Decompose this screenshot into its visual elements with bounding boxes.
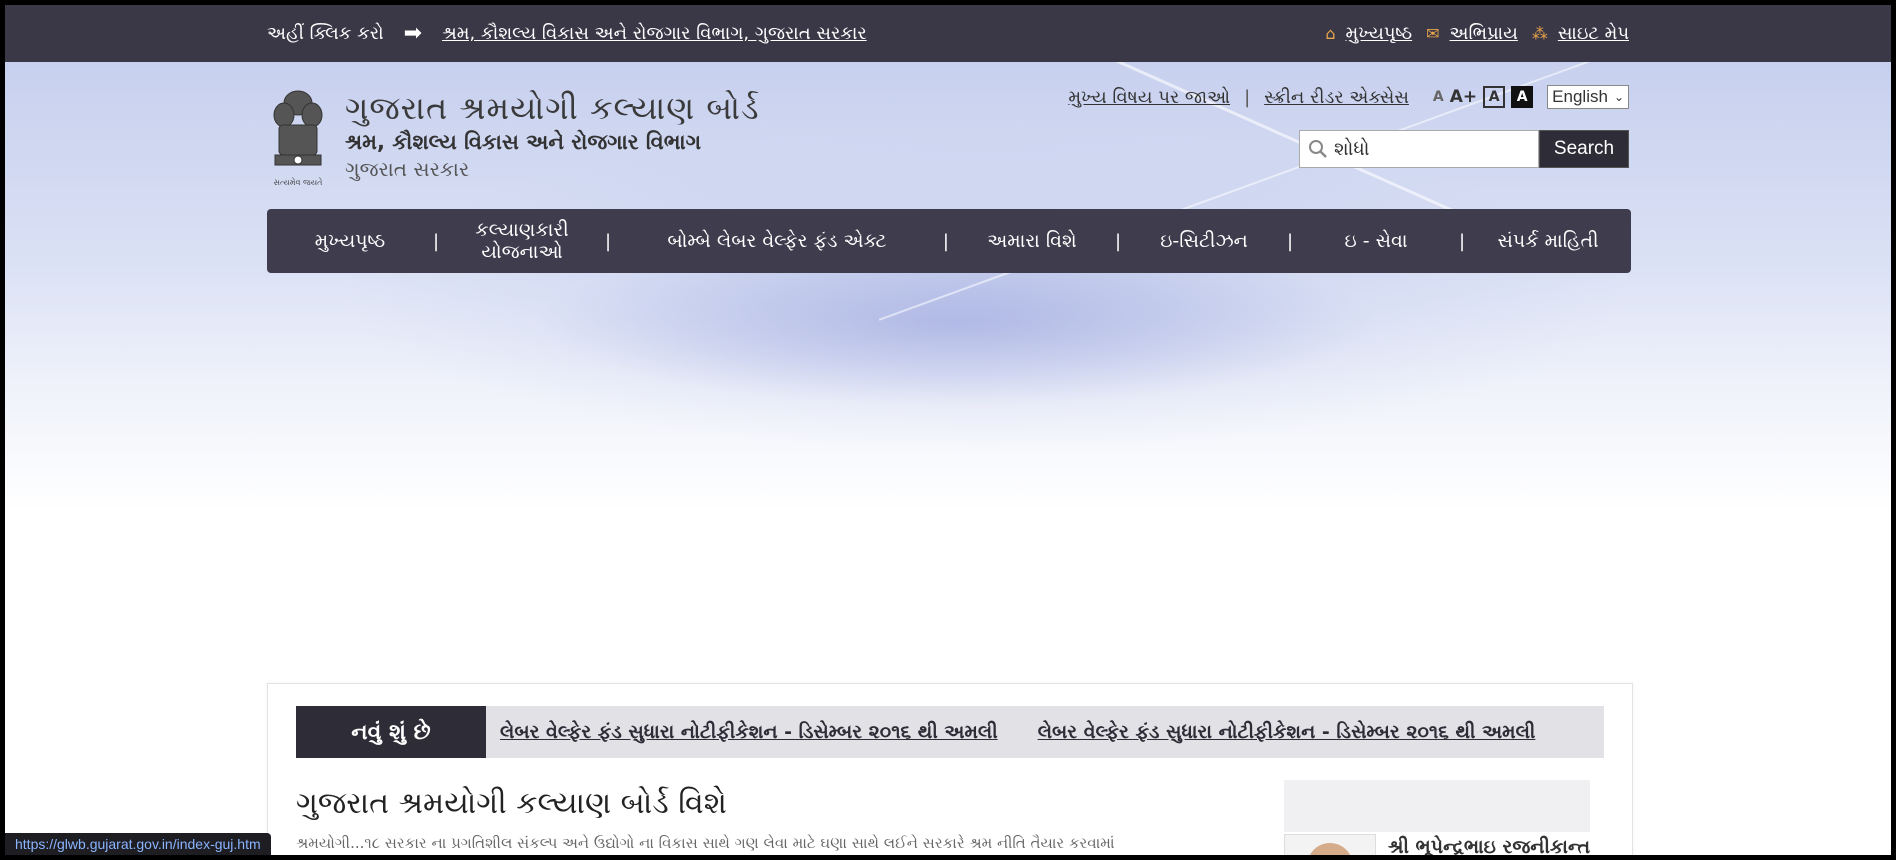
about-text: શ્રમયોગી...૧૮ સરકાર ના પ્રગતિશીલ સંકલ્પ … — [296, 834, 1115, 852]
site-title: ગુજરાત શ્રમયોગી કલ્યાણ બોર્ડ — [345, 89, 760, 127]
home-icon: ⌂ — [1325, 24, 1336, 43]
whats-new-bar: નવું શું છે લેબર વેલ્ફેર ફંડ સુધારા નોટી… — [296, 706, 1604, 758]
skip-to-content-link[interactable]: મુખ્ય વિષય પર જાઓ — [1068, 87, 1230, 108]
sidebar-header — [1284, 780, 1590, 832]
site-government: ગુજરાત સરકાર — [345, 157, 470, 181]
status-bar-url: https://glwb.gujarat.gov.in/index-guj.ht… — [5, 833, 271, 855]
sitemap-link[interactable]: સાઇટ મેપ — [1558, 23, 1629, 44]
department-link[interactable]: શ્રમ, કૌશલ્ય વિકાસ અને રોજગાર વિભાગ, ગુજ… — [442, 23, 867, 44]
utility-bar: મુખ્ય વિષય પર જાઓ | સ્ક્રીન રીડર એક્સેસ … — [1068, 85, 1629, 109]
separator: | — [1244, 86, 1251, 108]
contrast-normal-button[interactable]: A — [1483, 86, 1506, 108]
content-card: નવું શું છે લેબર વેલ્ફેર ફંડ સુધારા નોટી… — [267, 683, 1633, 855]
site-subtitle: શ્રમ, કૌશલ્ય વિકાસ અને રોજગાર વિભાગ — [345, 130, 702, 154]
chevron-down-icon: ⌄ — [1613, 90, 1624, 104]
right-arrow-icon: ➡ — [403, 20, 423, 46]
home-link[interactable]: મુખ્યપૃષ્ઠ — [1345, 23, 1412, 44]
font-size-controls: A A+ A A — [1433, 86, 1534, 108]
nav-item-welfare-fund-act[interactable]: બોમ્બે લેબર વેલ્ફેર ફંડ એક્ટ — [611, 230, 943, 252]
search-button[interactable]: Search — [1539, 130, 1629, 168]
leader-name: શ્રી ભૂપેન્દ્રભાઇ રજનીકાન્ત — [1388, 836, 1591, 855]
nav-item-contact[interactable]: સંપર્ક માહિતી — [1465, 230, 1631, 252]
screen-reader-link[interactable]: સ્ક્રીન રીડર એક્સેસ — [1264, 87, 1409, 108]
click-here-label: અહીં ક્લિક કરો — [267, 23, 384, 44]
whats-new-label: નવું શું છે — [296, 706, 486, 758]
language-value: English — [1552, 87, 1608, 106]
browser-viewport: અહીં ક્લિક કરો ➡ શ્રમ, કૌશલ્ય વિકાસ અને … — [5, 5, 1891, 855]
leader-photo — [1284, 834, 1376, 855]
contrast-dark-button[interactable]: A — [1511, 86, 1534, 108]
leader-profile: શ્રી ભૂપેન્દ્રભાઇ રજનીકાન્ત — [1284, 834, 1590, 855]
search-form: શોધો Search — [1299, 130, 1629, 168]
search-input[interactable]: શોધો — [1299, 130, 1539, 168]
font-increase-button[interactable]: A+ — [1450, 87, 1477, 107]
emblem-icon: સત્યમેવ જયતે — [273, 90, 323, 187]
news-item[interactable]: લેબર વેલ્ફેર ફંડ સુધારા નોટીફીકેશન - ડિસ… — [1038, 721, 1536, 743]
font-decrease-button[interactable]: A — [1433, 89, 1444, 105]
emblem-caption: સત્યમેવ જયતે — [274, 177, 323, 187]
top-strip: અહીં ક્લિક કરો ➡ શ્રમ, કૌશલ્ય વિકાસ અને … — [5, 5, 1891, 62]
nav-item-home[interactable]: મુખ્યપૃષ્ઠ — [267, 230, 433, 252]
sitemap-icon: ⁂ — [1531, 24, 1548, 43]
nav-item-e-seva[interactable]: ઇ - સેવા — [1293, 230, 1459, 252]
feedback-link[interactable]: અભિપ્રાય — [1450, 23, 1518, 44]
about-heading: ગુજરાત શ્રમયોગી કલ્યાણ બોર્ડ વિશે — [296, 786, 727, 821]
news-ticker: લેબર વેલ્ફેર ફંડ સુધારા નોટીફીકેશન - ડિસ… — [486, 721, 1535, 743]
nav-item-e-citizen[interactable]: ઇ-સિટીઝન — [1121, 230, 1287, 252]
mail-icon: ✉ — [1426, 24, 1440, 43]
nav-item-about-us[interactable]: અમારા વિશે — [949, 230, 1115, 252]
search-placeholder: શોધો — [1334, 138, 1370, 160]
search-icon — [1309, 140, 1327, 158]
nav-item-welfare-schemes[interactable]: કલ્યાણકારી યોજનાઓ — [439, 219, 605, 263]
site-brand[interactable]: સત્યમેવ જયતે ગુજરાત શ્રમયોગી કલ્યાણ બોર્… — [267, 85, 760, 195]
language-select[interactable]: English ⌄ — [1547, 85, 1629, 109]
main-navigation: મુખ્યપૃષ્ઠ | કલ્યાણકારી યોજનાઓ | બોમ્બે … — [267, 209, 1631, 273]
news-item[interactable]: લેબર વેલ્ફેર ફંડ સુધારા નોટીફીકેશન - ડિસ… — [500, 721, 998, 743]
